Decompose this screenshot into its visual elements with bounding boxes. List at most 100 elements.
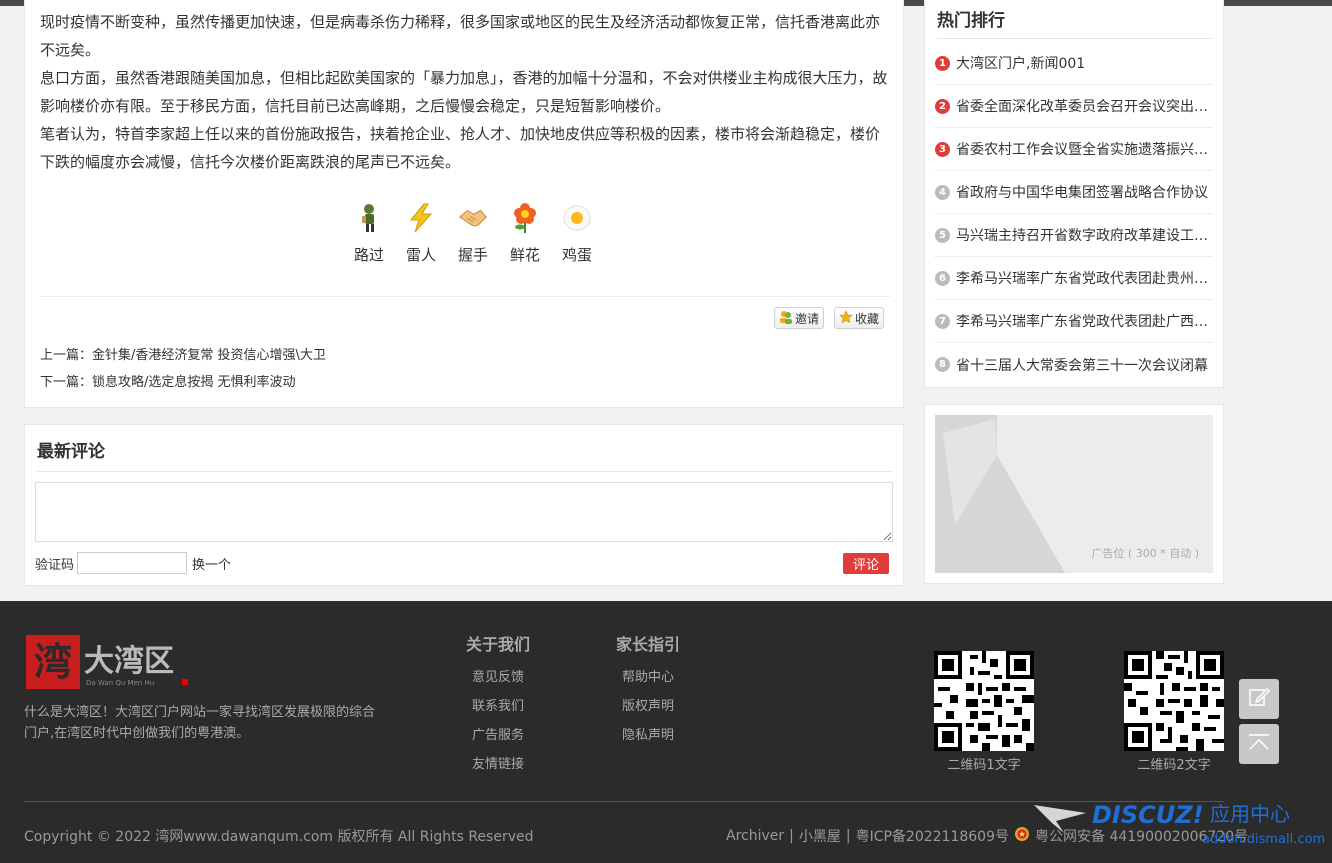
footer-link[interactable]: 联系我们 — [453, 692, 543, 721]
flower-icon — [510, 203, 540, 233]
hot-ranking-panel: 热门排行 1 大湾区门户,新闻001 2 省委全面深化改革委员会召开会议突出重点 3… — [924, 0, 1224, 388]
handshake-icon — [458, 203, 488, 233]
next-article: 下一篇：锁息攻略/选定息按揭 无惧利率波动 — [40, 375, 296, 390]
rank-badge: 4 — [935, 184, 950, 200]
captcha-input[interactable] — [77, 552, 187, 574]
rank-badge: 5 — [935, 227, 950, 243]
qr-code-1 — [934, 651, 1034, 751]
svg-text:DISCUZ!: DISCUZ! — [1092, 801, 1204, 829]
invite-button[interactable]: 邀请 — [774, 307, 825, 329]
divider — [37, 471, 893, 472]
footer-col-heading: 家长指引 — [615, 635, 680, 654]
reaction-pass[interactable]: 路过 — [343, 203, 395, 265]
footer-link[interactable]: 广告服务 — [453, 721, 543, 750]
captcha-refresh-link[interactable]: 换一个 — [192, 554, 231, 573]
qr-code-2 — [1124, 651, 1224, 751]
reaction-flower[interactable]: 鲜花 — [499, 203, 551, 265]
article-paragraph: 息口方面，虽然香港跟随美国加息，但相比起欧美国家的「暴力加息」，香港的加幅十分温… — [40, 69, 888, 115]
star-icon — [839, 309, 853, 327]
reaction-egg[interactable]: 鸡蛋 — [551, 203, 603, 265]
icp-link[interactable]: 粤ICP备2022118609号 — [856, 826, 1009, 846]
article-panel: 现时疫情不断变种，虽然传播更加快速，但是病毒杀伤力稀释，很多国家或地区的民生及经… — [24, 0, 904, 408]
copyright: Copyright © 2022 湾网www.dawanqum.com 版权所有… — [24, 829, 534, 845]
comment-textarea[interactable] — [35, 482, 893, 542]
footer-col-heading: 关于我们 — [465, 635, 530, 654]
site-logo[interactable]: 湾 大湾区 Da Wan Qu Men Hu — [26, 633, 196, 689]
reaction-handshake[interactable]: 握手 — [447, 203, 499, 265]
footer-link[interactable]: 版权声明 — [603, 692, 693, 721]
article-paragraph: 笔者认为，特首李家超上任以来的首份施政报告，挟着抢企业、抢人才、加快地皮供应等积… — [40, 125, 881, 171]
hot-item[interactable]: 2 省委全面深化改革委员会召开会议突出重点 — [935, 85, 1213, 128]
prev-article: 上一篇：金针集/香港经济复常 投资信心增强\大卫 — [40, 348, 326, 363]
footer-col-guide: 家长指引 帮助中心 版权声明 隐私声明 — [603, 631, 693, 750]
walker-icon — [354, 203, 384, 233]
footer: 湾 大湾区 Da Wan Qu Men Hu 什么是大湾区！大湾区门户网站一家寻… — [0, 601, 1332, 863]
reaction-label: 握手 — [457, 246, 488, 264]
edit-icon — [1248, 686, 1271, 712]
discuz-watermark: DISCUZ! 应用中心 addon.dismall.com — [1034, 799, 1325, 849]
prev-article-link[interactable]: 金针集/香港经济复常 投资信心增强\大卫 — [92, 348, 326, 363]
hot-item-title: 大湾区门户,新闻001 — [956, 56, 1086, 72]
reaction-label: 雷人 — [405, 246, 436, 264]
rank-badge: 2 — [935, 98, 950, 114]
reaction-shock[interactable]: 雷人 — [395, 203, 447, 265]
hot-item-title: 马兴瑞主持召开省数字政府改革建设工作会 — [956, 228, 1213, 244]
comments-panel: 最新评论 验证码 换一个 评论 — [24, 424, 904, 586]
divider — [40, 296, 890, 297]
hot-item-title: 省政府与中国华电集团签署战略合作协议 — [956, 185, 1208, 201]
post-button[interactable] — [1239, 679, 1279, 719]
egg-icon — [562, 203, 592, 233]
ad-placeholder[interactable]: 广告位 ( 300 * 自动 ) — [935, 415, 1213, 573]
lightning-icon — [406, 203, 436, 233]
submit-comment-button[interactable]: 评论 — [843, 553, 889, 574]
hot-item[interactable]: 1 大湾区门户,新闻001 — [935, 42, 1213, 85]
reaction-label: 路过 — [353, 246, 384, 264]
hot-item[interactable]: 4 省政府与中国华电集团签署战略合作协议 — [935, 171, 1213, 214]
site-description: 什么是大湾区！大湾区门户网站一家寻找湾区发展极限的综合门户,在湾区时代中创做我们… — [24, 705, 376, 741]
qr-code-2-label: 二维码2文字 — [1137, 758, 1211, 773]
footer-link[interactable]: 隐私声明 — [603, 721, 693, 750]
qr-code-1-label: 二维码1文字 — [947, 758, 1021, 773]
reaction-label: 鸡蛋 — [561, 246, 592, 264]
footer-link[interactable]: 友情链接 — [453, 750, 543, 779]
hot-item[interactable]: 7 李希马兴瑞率广东省党政代表团赴广西考察 — [935, 300, 1213, 343]
friends-icon — [779, 310, 793, 327]
hot-item[interactable]: 3 省委农村工作会议暨全省实施遗落振兴战略 — [935, 128, 1213, 171]
archiver-link[interactable]: Archiver — [726, 828, 784, 844]
hot-item-title: 李希马兴瑞率广东省党政代表团赴贵州考察 — [956, 271, 1213, 287]
svg-text:湾: 湾 — [34, 639, 72, 684]
ad-label: 广告位 ( 300 * 自动 ) — [1091, 547, 1199, 560]
svg-text:大湾区: 大湾区 — [84, 644, 174, 679]
reaction-bar: 路过 雷人 握手 鲜花 鸡蛋 — [343, 203, 603, 265]
back-to-top-button[interactable] — [1239, 724, 1279, 764]
hot-item[interactable]: 6 李希马兴瑞率广东省党政代表团赴贵州考察 — [935, 257, 1213, 300]
next-article-link[interactable]: 锁息攻略/选定息按揭 无惧利率波动 — [92, 375, 296, 390]
rank-badge: 8 — [935, 357, 950, 372]
svg-text:addon.dismall.com: addon.dismall.com — [1202, 832, 1324, 847]
hot-ranking-title: 热门排行 — [937, 11, 1005, 31]
hot-item[interactable]: 8 省十三届人大常委会第三十一次会议闭幕 — [935, 343, 1213, 386]
rank-badge: 7 — [935, 313, 950, 329]
blackroom-link[interactable]: 小黑屋 — [799, 826, 841, 846]
svg-text:应用中心: 应用中心 — [1210, 802, 1290, 826]
article-paragraph: 现时疫情不断变种，虽然传播更加快速，但是病毒杀伤力稀释，很多国家或地区的民生及经… — [40, 13, 881, 59]
hot-item-title: 省委农村工作会议暨全省实施遗落振兴战略 — [956, 142, 1213, 158]
svg-text:Da Wan Qu Men Hu: Da Wan Qu Men Hu — [86, 679, 154, 687]
police-badge-icon — [1014, 826, 1030, 846]
comments-title: 最新评论 — [37, 442, 105, 462]
divider — [937, 38, 1213, 39]
hot-item[interactable]: 5 马兴瑞主持召开省数字政府改革建设工作会 — [935, 214, 1213, 257]
footer-col-about: 关于我们 意见反馈 联系我们 广告服务 友情链接 — [453, 631, 543, 779]
reaction-label: 鲜花 — [509, 246, 540, 264]
footer-link[interactable]: 帮助中心 — [603, 663, 693, 692]
rank-badge: 3 — [935, 141, 950, 157]
arrow-up-icon — [1247, 731, 1271, 757]
favorite-button[interactable]: 收藏 — [834, 307, 885, 329]
hot-item-title: 省委全面深化改革委员会召开会议突出重点 — [956, 99, 1213, 115]
captcha-label: 验证码 — [35, 558, 75, 573]
hot-item-title: 李希马兴瑞率广东省党政代表团赴广西考察 — [956, 314, 1213, 330]
ad-panel: 广告位 ( 300 * 自动 ) — [924, 404, 1224, 584]
footer-link[interactable]: 意见反馈 — [453, 663, 543, 692]
hot-item-title: 省十三届人大常委会第三十一次会议闭幕 — [956, 357, 1208, 374]
rank-badge: 1 — [935, 55, 950, 71]
